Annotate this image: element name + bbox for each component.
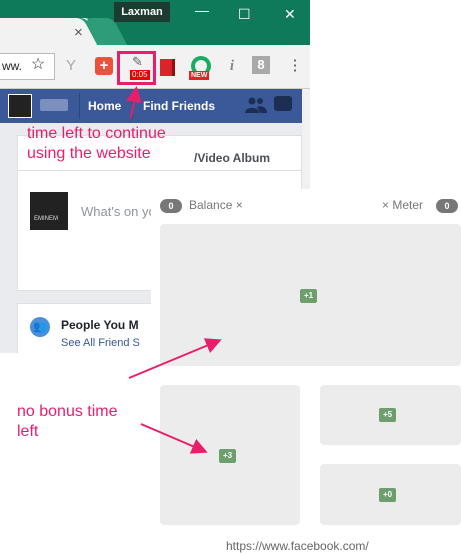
arrow-to-tile-1 (128, 338, 222, 379)
annotation-arrows (126, 86, 222, 454)
arrow-to-tile-3 (140, 423, 208, 454)
arrow-to-badge (126, 86, 142, 119)
